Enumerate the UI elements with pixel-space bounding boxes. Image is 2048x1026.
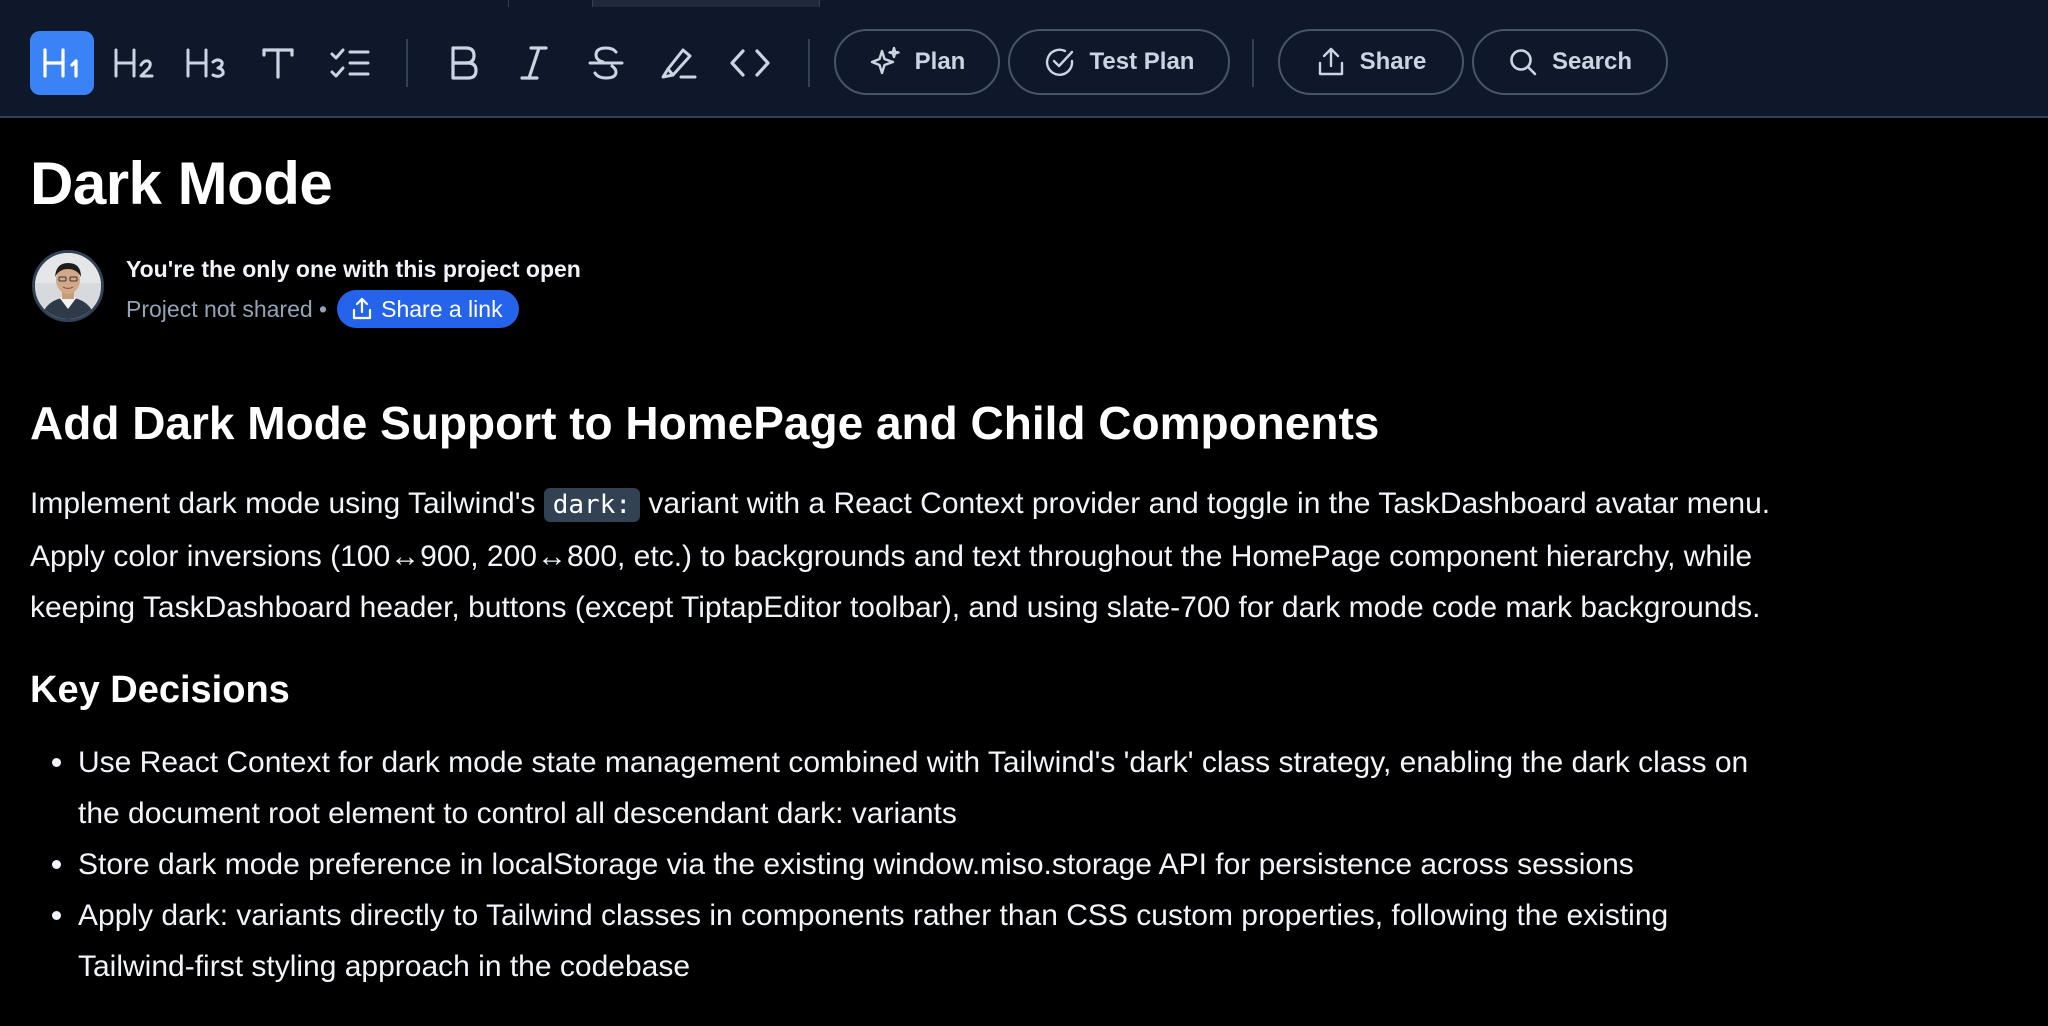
bullet — [52, 860, 61, 869]
code-icon — [730, 49, 770, 77]
tab[interactable] — [508, 0, 593, 7]
strikethrough-button[interactable] — [574, 31, 638, 95]
search-label: Search — [1551, 48, 1633, 75]
list-item-line: the document root element to control all… — [78, 797, 957, 830]
avatar — [32, 250, 104, 322]
paragraph-text: variant with a React Context provider an… — [640, 487, 1771, 520]
heading-1-icon — [43, 48, 78, 78]
toolbar-divider — [1252, 39, 1254, 87]
presence-status: You're the only one with this project op… — [126, 256, 581, 282]
share-a-link-label: Share a link — [381, 295, 503, 322]
search-icon — [1510, 49, 1537, 76]
text-button[interactable] — [246, 31, 310, 95]
list-item[interactable]: Apply dark: variants directly to Tailwin… — [52, 890, 2028, 992]
heading-2-icon — [114, 48, 154, 78]
plan-button[interactable]: Plan — [834, 29, 1000, 95]
paragraph-line: Implement dark mode using Tailwind's dar… — [30, 478, 2020, 531]
bold-icon — [451, 46, 478, 80]
list-item[interactable]: Use React Context for dark mode state ma… — [52, 737, 2028, 839]
tab-active[interactable] — [592, 0, 820, 7]
highlighter-icon — [661, 48, 697, 79]
highlight-button[interactable] — [646, 31, 710, 95]
sharing-status: Project not shared • — [126, 295, 328, 322]
avatar-image — [35, 253, 101, 319]
list-item-line: Use React Context for dark mode state ma… — [78, 746, 1749, 779]
text-icon — [262, 48, 294, 79]
test-plan-label: Test Plan — [1089, 48, 1195, 75]
sharing-row: Project not shared • Share a link — [126, 290, 519, 328]
bullet — [52, 911, 61, 920]
list-item-line: Tailwind-first styling approach in the c… — [78, 950, 690, 983]
toolbar-divider — [808, 39, 810, 87]
inline-code: dark: — [543, 488, 641, 522]
share-button[interactable]: Share — [1278, 29, 1464, 95]
share-a-link-button[interactable]: Share a link — [337, 290, 519, 328]
task-list-icon — [330, 48, 370, 78]
document-title[interactable]: Dark Mode — [30, 154, 333, 214]
key-decisions-heading[interactable]: Key Decisions — [30, 671, 290, 709]
code-button[interactable] — [718, 31, 782, 95]
bullet — [52, 758, 61, 767]
heading-2-button[interactable] — [102, 31, 166, 95]
paragraph-text: Implement dark mode using Tailwind's — [30, 487, 544, 520]
strikethrough-icon — [588, 46, 624, 80]
app-window: Plan Test Plan Share Search Dark Mode Yo… — [0, 0, 2048, 1026]
test-plan-button[interactable]: Test Plan — [1008, 29, 1230, 95]
heading-3-icon — [186, 48, 225, 78]
italic-icon — [520, 46, 548, 80]
plan-label: Plan — [914, 48, 966, 75]
key-decisions-list: Use React Context for dark mode state ma… — [52, 737, 2028, 992]
toolbar-divider — [406, 39, 408, 87]
search-button[interactable]: Search — [1472, 29, 1668, 95]
heading-3-button[interactable] — [174, 31, 238, 95]
section-heading[interactable]: Add Dark Mode Support to HomePage and Ch… — [30, 400, 1379, 446]
sparkles-icon — [870, 46, 900, 75]
task-list-button[interactable] — [318, 31, 382, 95]
list-item[interactable]: Store dark mode preference in localStora… — [52, 839, 2028, 890]
italic-button[interactable] — [502, 31, 566, 95]
paragraph-line: Apply color inversions (100↔900, 200↔800… — [30, 540, 1753, 573]
share-icon — [1318, 47, 1343, 76]
check-circle-icon — [1045, 48, 1073, 76]
editor-toolbar: Plan Test Plan Share Search — [0, 8, 2048, 118]
bold-button[interactable] — [432, 31, 496, 95]
paragraph-line: keeping TaskDashboard header, buttons (e… — [30, 591, 1761, 624]
share-label: Share — [1359, 48, 1427, 75]
heading-1-button[interactable] — [30, 31, 94, 95]
share-icon — [353, 297, 372, 320]
list-item-line: Store dark mode preference in localStora… — [78, 848, 1634, 881]
list-item-line: Apply dark: variants directly to Tailwin… — [78, 899, 1669, 932]
description-paragraph[interactable]: Implement dark mode using Tailwind's dar… — [30, 478, 2020, 633]
